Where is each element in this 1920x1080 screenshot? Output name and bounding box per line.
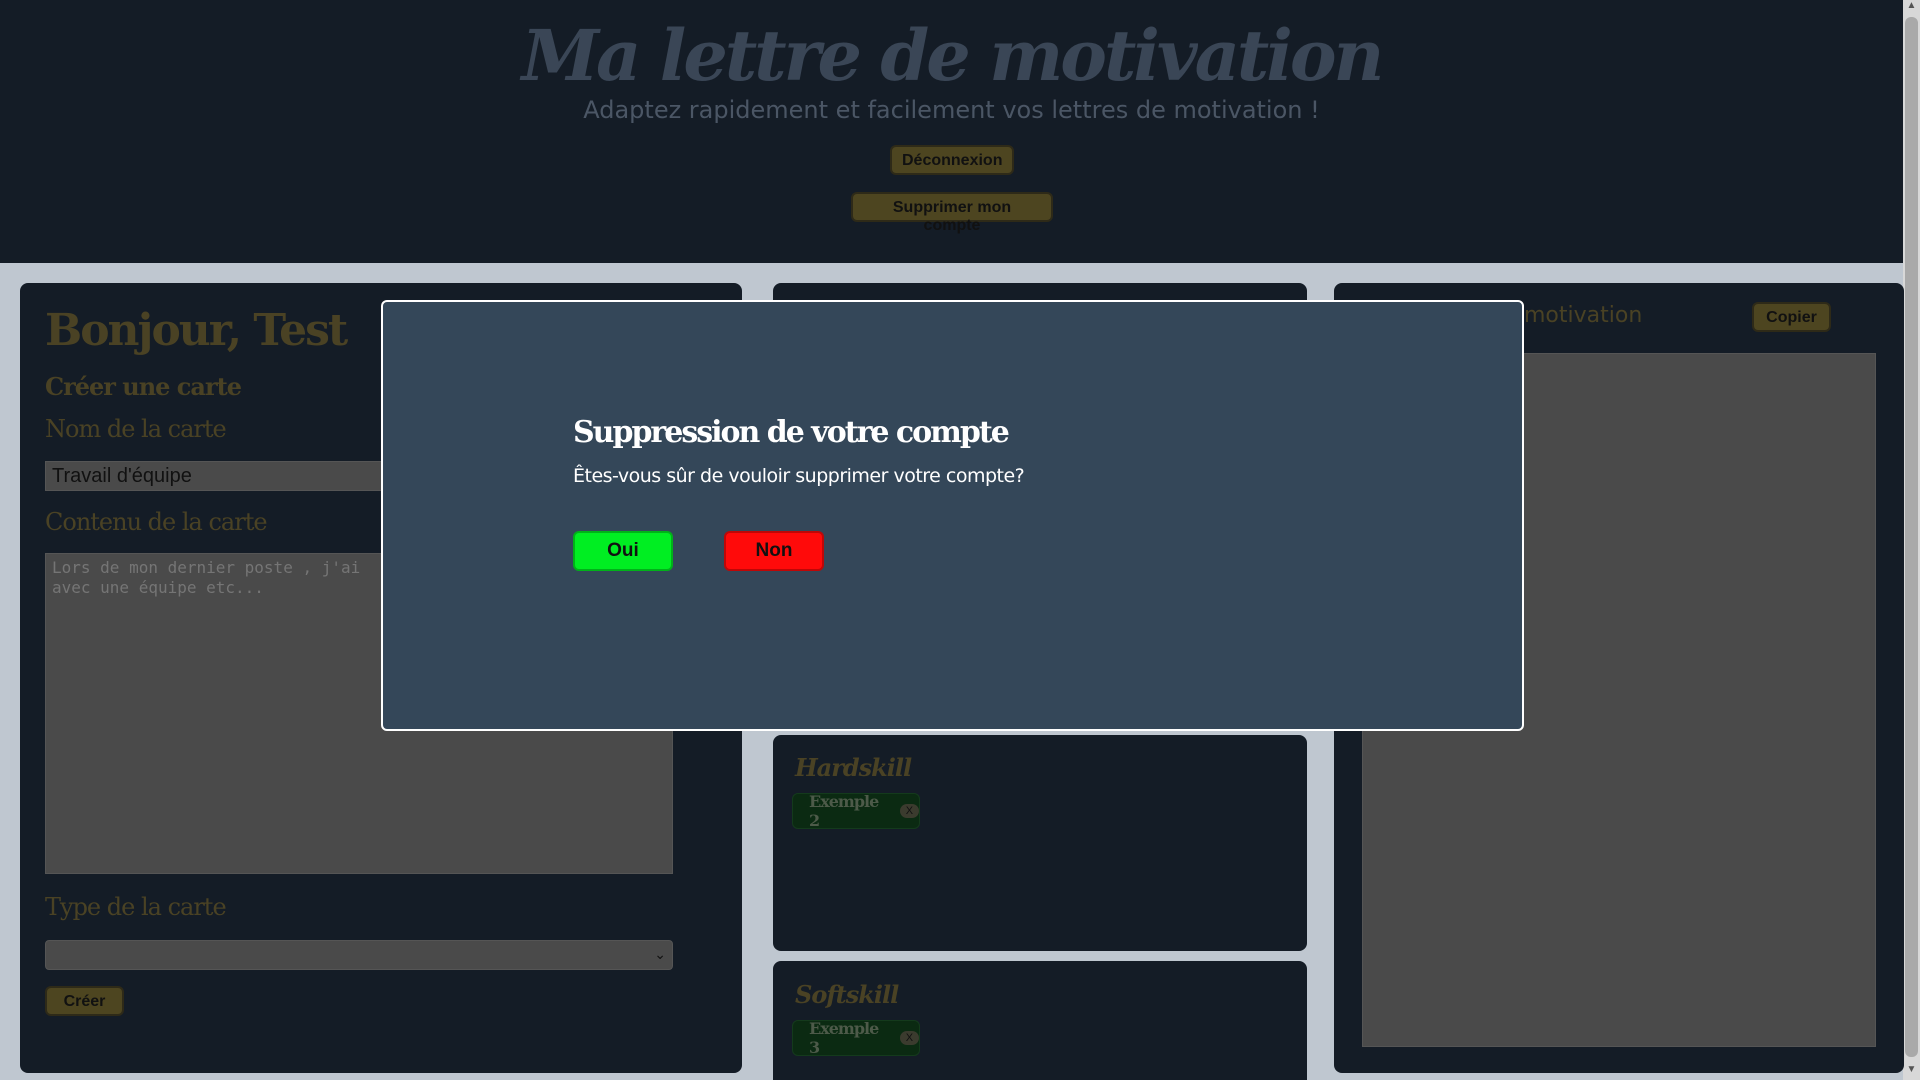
confirm-no-button[interactable]: Non [724, 531, 824, 571]
confirm-yes-button[interactable]: Oui [573, 531, 673, 571]
modal-question: Êtes-vous sûr de vouloir supprimer votre… [573, 465, 1025, 487]
delete-account-modal [381, 300, 1524, 731]
modal-title: Suppression de votre compte [573, 415, 1010, 450]
